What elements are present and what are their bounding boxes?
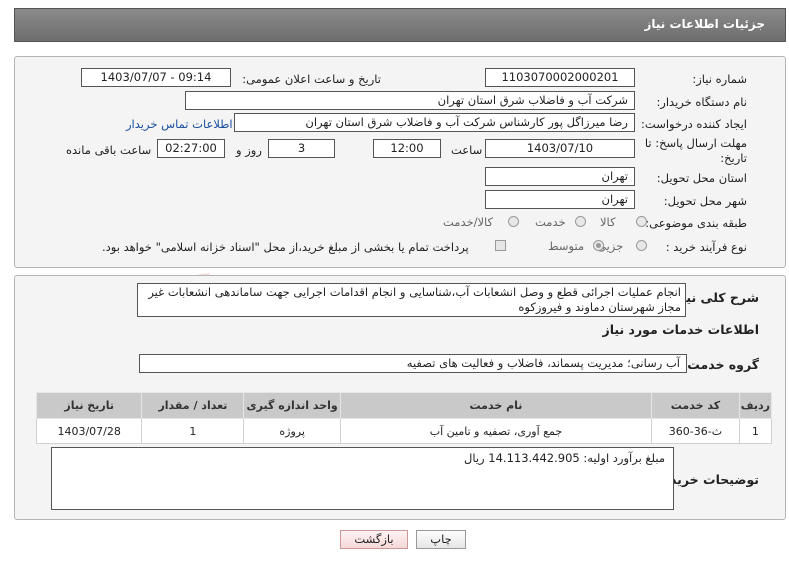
buyer-org-field: شرکت آب و فاضلاب شرق استان تهران (185, 91, 635, 110)
table-cell: جمع آوری، تصفیه و تامین آب (339, 418, 653, 444)
announce-label: تاریخ و ساعت اعلان عمومی: (242, 72, 381, 86)
days-field: 3 (268, 139, 335, 158)
service-group-label: گروه خدمت: (682, 357, 759, 372)
category-goods-service-label: کالا/خدمت (443, 215, 494, 229)
back-button[interactable]: بازگشت (340, 530, 408, 549)
remaining-label: ساعت باقی مانده (66, 143, 152, 157)
purchase-partial-radio[interactable] (636, 240, 647, 251)
buyer-org-label: نام دستگاه خریدار: (656, 95, 747, 109)
city-label: شهر محل تحویل: (663, 194, 747, 208)
purchase-medium-label: متوسط (548, 239, 585, 253)
creator-label: ایجاد کننده درخواست: (641, 117, 747, 131)
buyer-notes-text: مبلغ برآورد اولیه: 14.113.442.905 ریال (464, 451, 665, 465)
table-cell: ث-36-360 (651, 418, 740, 444)
page-title: جزئیات اطلاعات نیاز (644, 17, 765, 31)
description-text: انجام عملیات اجرائی قطع و وصل انشعابات آ… (148, 285, 681, 314)
city-field: تهران (485, 190, 635, 209)
table-cell: 1 (141, 418, 245, 444)
services-table: ردیف کد خدمت نام خدمت واحد اندازه گیری ت… (35, 392, 773, 444)
contact-info-link[interactable]: اطلاعات تماس خریدار (126, 117, 233, 131)
table-row: 1 ث-36-360 جمع آوری، تصفیه و تامین آب پر… (35, 418, 773, 444)
table-header-row: ردیف کد خدمت نام خدمت واحد اندازه گیری ت… (35, 392, 773, 419)
category-label: طبقه بندی موضوعی: (645, 216, 747, 230)
province-field: تهران (485, 167, 635, 186)
table-cell: 1403/07/28 (35, 418, 143, 444)
column-header: تعداد / مقدار (141, 392, 245, 419)
column-header: کد خدمت (651, 392, 740, 419)
need-number-label: شماره نیاز: (692, 72, 747, 86)
remaining-time-field: 02:27:00 (157, 139, 225, 158)
table-cell: 1 (738, 418, 773, 444)
deadline-time-field: 12:00 (373, 139, 441, 158)
deadline-date-field: 1403/07/10 (485, 139, 635, 158)
days-label: روز و (236, 143, 262, 157)
category-service-label: خدمت (535, 215, 566, 229)
column-header: ردیف (738, 392, 773, 419)
treasury-payment-note: پرداخت تمام یا بخشی از مبلغ خرید،از محل … (102, 240, 469, 254)
column-header: واحد اندازه گیری (243, 392, 341, 419)
category-goods-service-radio[interactable] (508, 216, 519, 227)
deadline-label: مهلت ارسال پاسخ: تا تاریخ: (644, 136, 747, 165)
table-cell: پروژه (243, 418, 341, 444)
need-number-field: 1103070002000201 (485, 68, 635, 87)
purchase-medium-radio[interactable] (593, 240, 604, 251)
column-header: نام خدمت (339, 392, 653, 419)
treasury-payment-checkbox[interactable] (495, 240, 506, 251)
services-section-title: اطلاعات خدمات مورد نیاز (602, 322, 760, 337)
deadline-time-label: ساعت (451, 143, 483, 157)
province-label: استان محل تحویل: (656, 171, 747, 185)
category-goods-radio[interactable] (636, 216, 647, 227)
announce-field: 1403/07/07 - 09:14 (81, 68, 231, 87)
buyer-notes-field: مبلغ برآورد اولیه: 14.113.442.905 ریال (51, 447, 674, 510)
description-field: انجام عملیات اجرائی قطع و وصل انشعابات آ… (137, 283, 686, 317)
service-group-field: آب رسانی؛ مدیریت پسماند، فاضلاب و فعالیت… (139, 354, 687, 373)
print-button[interactable]: چاپ (416, 530, 466, 549)
category-goods-label: کالا (600, 215, 616, 229)
column-header: تاریخ نیاز (35, 392, 143, 419)
page-header: جزئیات اطلاعات نیاز (14, 8, 786, 42)
category-service-radio[interactable] (575, 216, 586, 227)
purchase-type-label: نوع فرآیند خرید : (665, 240, 747, 254)
creator-field: رضا میرزاگل پور کارشناس شرکت آب و فاضلاب… (234, 113, 635, 132)
